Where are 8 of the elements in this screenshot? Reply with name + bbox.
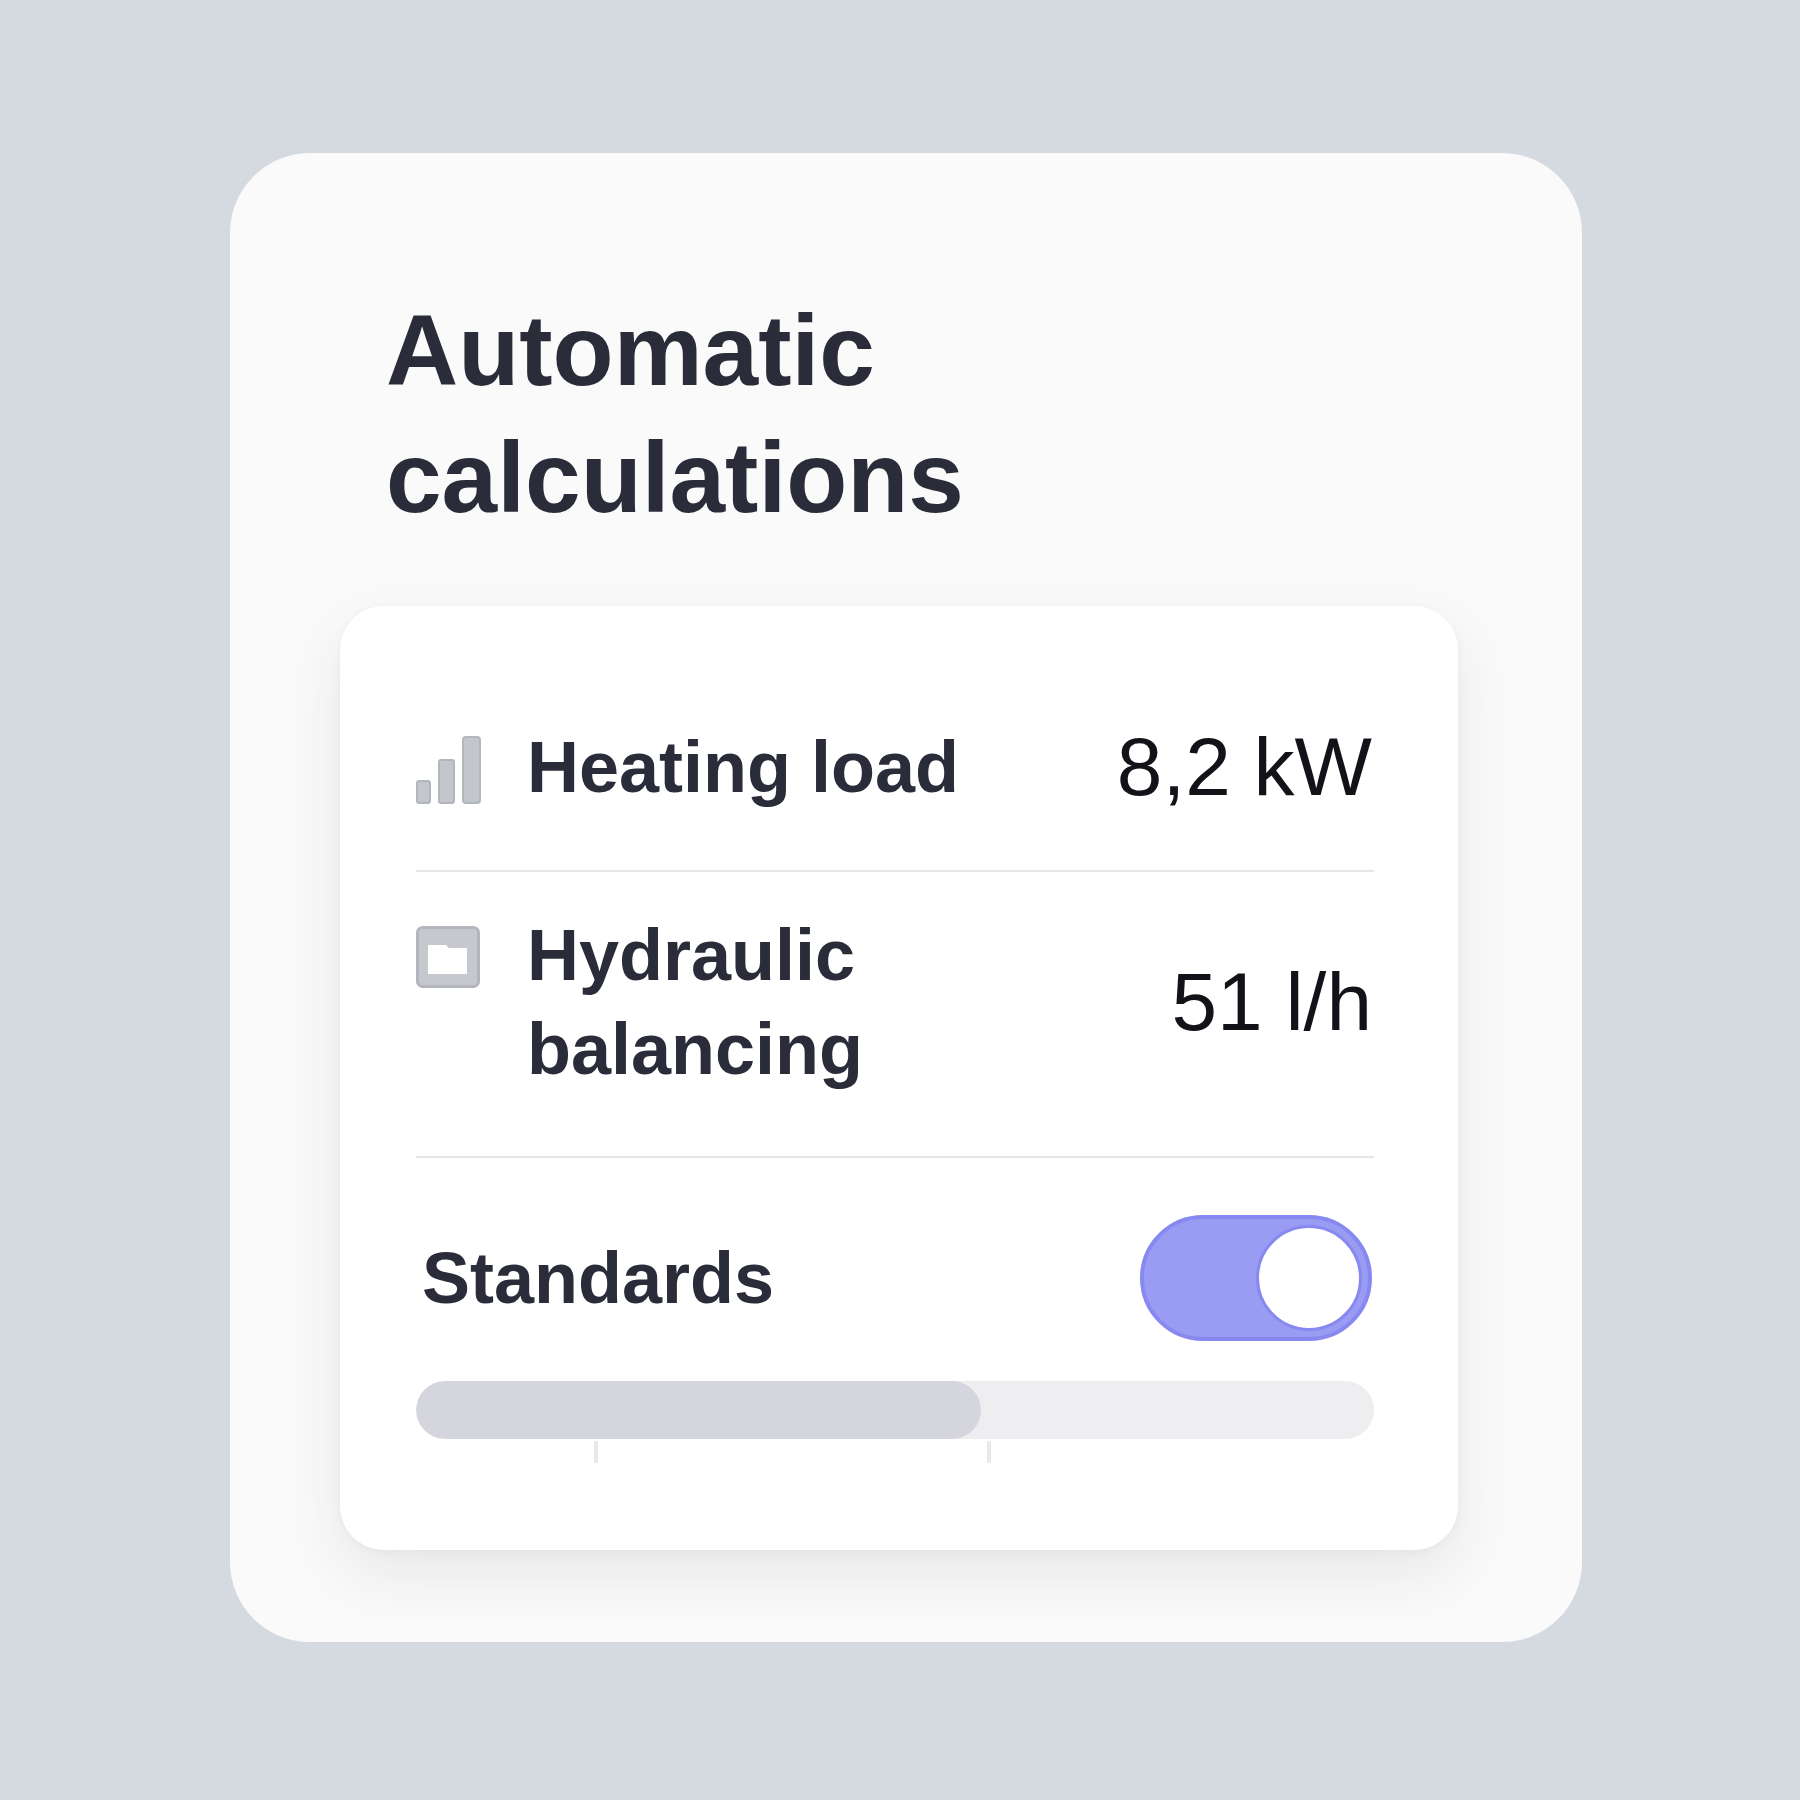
metric-value: 51 l/h: [1171, 955, 1373, 1049]
metric-label: Heating load: [527, 726, 961, 809]
card-title: Automatic calculations: [386, 293, 965, 535]
metric-value: 8,2 kW: [1116, 720, 1373, 814]
standards-label: Standards: [421, 1237, 775, 1320]
folder-icon: [416, 926, 480, 988]
metric-label: Hydraulic balancing: [527, 914, 865, 1091]
bar-chart-icon: [416, 736, 482, 804]
